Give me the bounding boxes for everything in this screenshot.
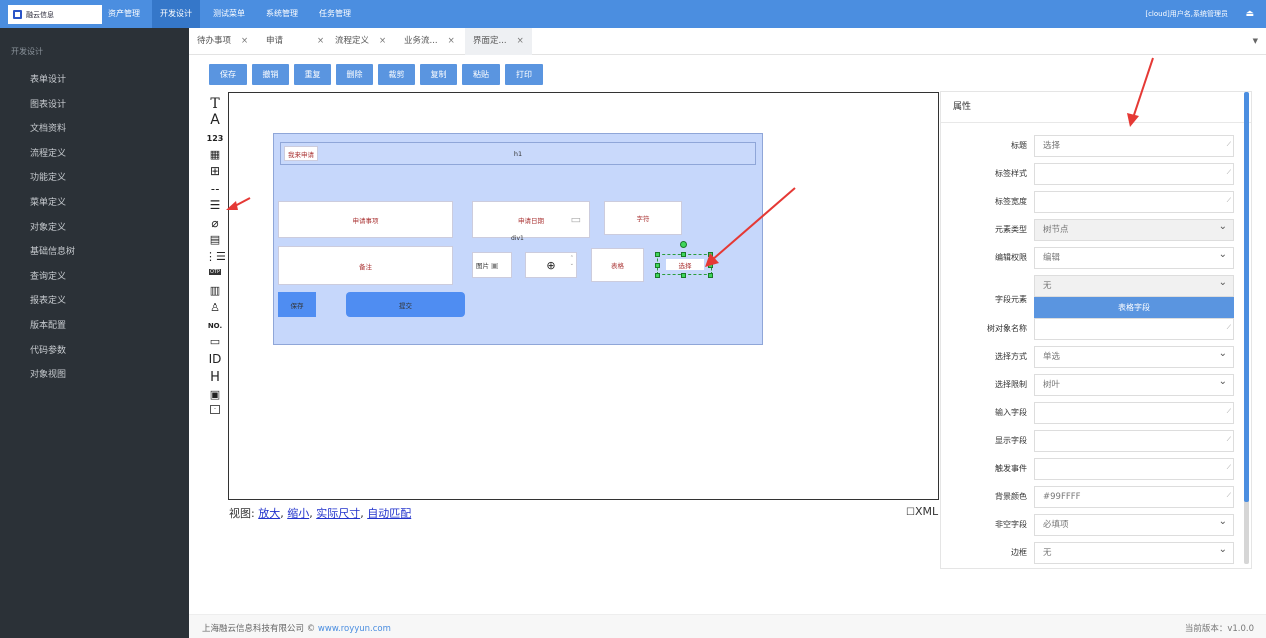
arrow-to-selected [705, 187, 796, 267]
annotation-arrows [226, 57, 1154, 267]
arrow-to-palette [226, 197, 251, 210]
arrow-to-panel [1127, 57, 1154, 127]
